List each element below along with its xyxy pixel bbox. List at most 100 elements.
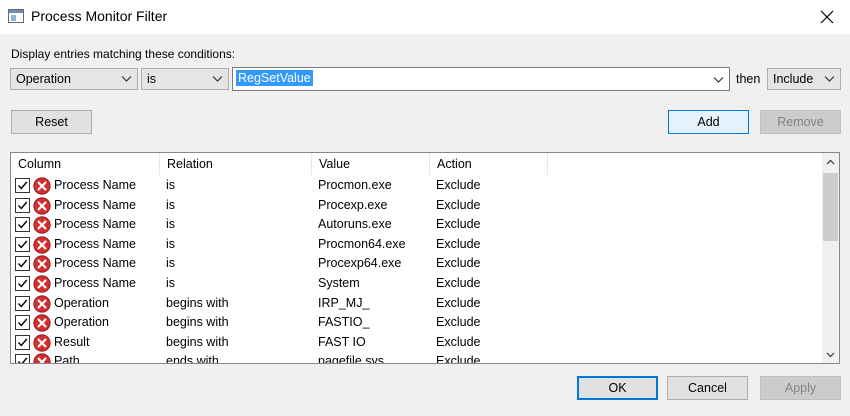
row-checkbox[interactable] [15,315,30,331]
remove-button[interactable]: Remove [760,110,841,134]
action-dropdown[interactable]: Include [767,68,841,90]
row-value: System [318,276,360,290]
row-action: Exclude [436,178,481,192]
row-column: Process Name [54,197,136,212]
close-button[interactable] [804,0,850,34]
checkmark-icon [17,318,28,327]
checkmark-icon [17,279,28,288]
row-action: Exclude [436,354,481,364]
row-action: Exclude [436,217,481,232]
exclude-icon [33,353,51,363]
table-row[interactable]: Process Name is Procexp64.exe Exclude [11,254,822,274]
ok-button[interactable]: OK [577,376,658,400]
header-action[interactable]: Action [430,153,548,175]
column-dropdown[interactable]: Operation [10,68,138,90]
row-value: pagefile.sys [318,354,385,364]
checkmark-icon [17,220,28,229]
table-row[interactable]: Process Name is Procmon64.exe Exclude [11,235,822,255]
row-relation: is [166,276,176,290]
table-row[interactable]: Operation begins with FASTIO_ Exclude [11,313,822,333]
row-relation: is [166,178,176,192]
list-header: Column Relation Value Action [11,153,822,175]
scroll-down-button[interactable] [822,346,839,363]
table-row[interactable]: Result begins with FAST IO Exclude [11,333,822,353]
chevron-down-icon [824,76,835,82]
row-value: Procexp.exe [318,197,388,212]
chevron-up-icon [826,159,835,164]
exclude-icon [33,314,51,332]
relation-dropdown[interactable]: is [141,68,229,90]
header-relation[interactable]: Relation [160,153,312,175]
window-title: Process Monitor Filter [31,8,168,24]
header-column[interactable]: Column [11,153,160,175]
row-checkbox[interactable] [15,197,30,213]
table-row[interactable]: Process Name is System Exclude [11,274,822,294]
row-action: Exclude [436,315,481,330]
row-relation: begins with [166,295,229,310]
row-relation: is [166,256,176,271]
row-value: IRP_MJ_ [318,295,370,310]
row-checkbox[interactable] [15,217,30,233]
row-checkbox[interactable] [15,178,30,193]
row-relation: begins with [166,315,229,330]
row-relation: begins with [166,334,229,349]
row-column: Operation [54,315,109,330]
exclude-icon [33,294,51,313]
row-column: Result [54,334,90,349]
table-row[interactable]: Process Name is Procmon.exe Exclude [11,176,822,196]
table-row[interactable]: Process Name is Procexp.exe Exclude [11,196,822,216]
filter-list[interactable]: Column Relation Value Action Process Nam… [10,152,840,364]
row-checkbox[interactable] [15,236,30,252]
column-dropdown-value: Operation [16,72,71,86]
scroll-thumb[interactable] [823,173,838,241]
chevron-down-icon [212,76,223,82]
chevron-down-icon [826,352,835,357]
apply-button[interactable]: Apply [760,376,841,400]
row-value: Autoruns.exe [318,217,392,232]
row-value: FASTIO_ [318,315,370,330]
row-checkbox[interactable] [15,295,30,311]
row-action: Exclude [436,334,481,349]
exclude-icon [33,255,51,273]
checkmark-icon [17,338,28,347]
exclude-icon [33,275,51,293]
app-window-icon [8,9,24,23]
row-column: Process Name [54,178,136,192]
row-column: Process Name [54,217,136,232]
value-input[interactable]: RegSetValue [236,70,313,86]
relation-dropdown-value: is [147,72,157,86]
value-combobox[interactable]: RegSetValue [232,67,730,91]
row-action: Exclude [436,256,481,271]
action-dropdown-value: Include [773,72,814,86]
reset-button[interactable]: Reset [11,110,92,134]
chevron-down-icon [121,76,132,82]
row-column: Path [54,354,80,364]
row-value: Procmon.exe [318,178,392,192]
row-column: Process Name [54,276,136,290]
then-label: then [736,72,761,86]
table-row[interactable]: Path ends with pagefile.sys Exclude [11,352,822,364]
row-value: FAST IO [318,334,366,349]
row-checkbox[interactable] [15,334,30,350]
row-value: Procexp64.exe [318,256,402,271]
row-checkbox[interactable] [15,354,30,363]
header-value[interactable]: Value [312,153,430,175]
chevron-down-icon[interactable] [713,74,724,85]
scroll-up-button[interactable] [822,153,839,170]
row-column: Process Name [54,236,136,251]
exclude-icon [33,216,51,234]
row-action: Exclude [436,295,481,310]
vertical-scrollbar[interactable] [822,153,839,363]
exclude-icon [33,177,51,195]
table-row[interactable]: Operation begins with IRP_MJ_ Exclude [11,294,822,314]
row-checkbox[interactable] [15,276,30,291]
add-button[interactable]: Add [668,110,749,134]
table-row[interactable]: Process Name is Autoruns.exe Exclude [11,215,822,235]
checkmark-icon [17,357,28,363]
row-relation: ends with [166,354,219,364]
checkmark-icon [17,181,28,190]
row-checkbox[interactable] [15,256,30,272]
conditions-label: Display entries matching these condition… [11,47,236,61]
cancel-button[interactable]: Cancel [667,376,748,400]
row-column: Process Name [54,256,136,271]
